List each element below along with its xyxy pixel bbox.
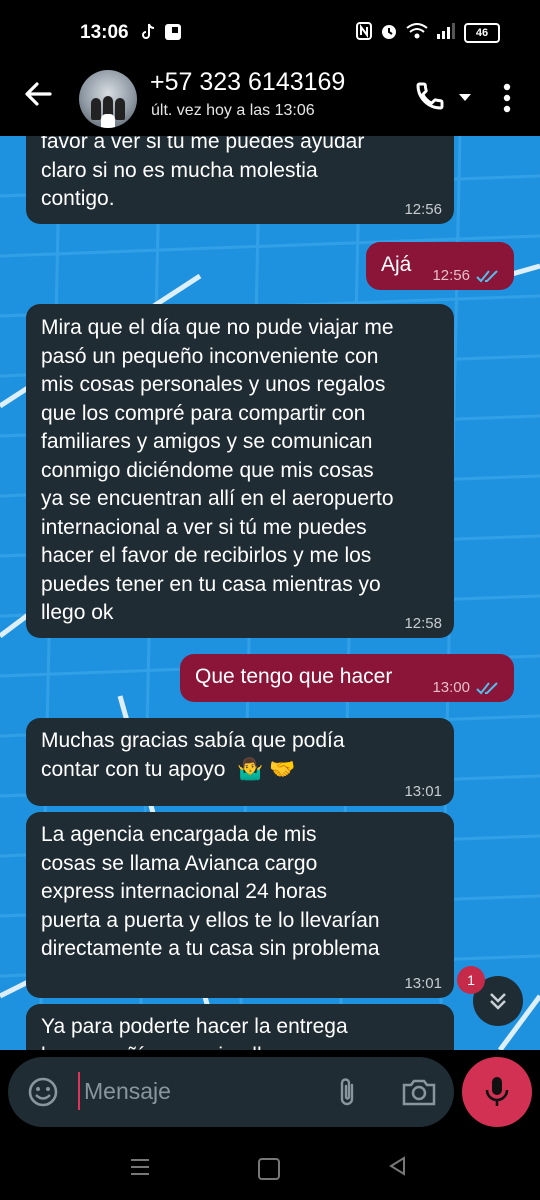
contact-name[interactable]: +57 323 6143169 [150, 68, 345, 97]
tiktok-icon [140, 23, 156, 46]
microphone-button[interactable] [462, 1057, 532, 1127]
handshake-emoji: 🤝 [269, 757, 296, 781]
emoji-icon[interactable] [26, 1075, 60, 1109]
message-text: ya se encuentran allí en el aeropuerto [41, 487, 394, 510]
status-time: 13:06 [80, 22, 129, 43]
attach-icon[interactable] [333, 1075, 361, 1109]
message-incoming[interactable]: La agencia encargada de mis cosas se lla… [26, 812, 454, 998]
message-input-field[interactable]: Mensaje [8, 1057, 454, 1127]
double-chevron-down-icon [490, 993, 506, 1010]
camera-icon[interactable] [401, 1077, 437, 1107]
more-options-icon[interactable] [497, 80, 517, 116]
message-text: cosas se llama Avianca cargo [41, 851, 318, 875]
signal-icon [436, 23, 456, 42]
avatar[interactable] [79, 70, 137, 128]
unread-count-badge: 1 [457, 966, 485, 994]
nfc-icon [356, 22, 372, 43]
chat-area[interactable]: favor a ver si tú me puedes ayudar claro… [0, 136, 540, 1050]
back-triangle-icon[interactable] [388, 1156, 408, 1181]
microphone-icon [485, 1077, 509, 1106]
message-text: hacer el favor de recibirlos y me los [41, 544, 372, 567]
last-seen-status: últ. vez hoy a las 13:06 [151, 102, 315, 119]
chat-header: +57 323 6143169 últ. vez hoy a las 13:06 [0, 62, 540, 136]
system-navigation-bar [0, 1134, 540, 1200]
message-text: contar con tu apoyo [41, 757, 226, 781]
message-input-bar: Mensaje [0, 1050, 540, 1134]
message-time: 13:01 [404, 975, 442, 992]
message-text: mis cosas personales y unos regalos [41, 373, 386, 396]
message-text: conmigo diciéndome que mis cosas [41, 458, 374, 482]
message-text: contigo. [41, 187, 115, 210]
status-bar: 13:06 46 [0, 0, 540, 62]
message-text: Que tengo que hacer [195, 665, 393, 688]
message-text: directamente a tu casa sin problema [41, 937, 380, 960]
message-time: 12:56 [432, 267, 470, 284]
message-text: Mira que el día que no pude viajar me [41, 316, 394, 339]
phone-call-icon[interactable] [414, 80, 446, 112]
message-text: que los compré para compartir con [41, 401, 366, 425]
message-time: 13:01 [404, 783, 442, 800]
message-text: familiares y amigos y se comunican [41, 430, 373, 453]
message-text: pasó un pequeño inconveniente con [41, 344, 379, 368]
message-text: claro si no es mucha molestia [41, 158, 318, 182]
read-ticks-icon [476, 270, 498, 283]
read-ticks-icon [476, 682, 498, 695]
message-incoming[interactable]: Muchas gracias sabía que podía contar co… [26, 718, 454, 806]
message-text: la compañía me exige llenar un [41, 1042, 440, 1051]
message-incoming[interactable]: Ya para poderte hacer la entrega la comp… [26, 1004, 454, 1050]
chevron-down-icon[interactable] [457, 90, 473, 104]
text-cursor [78, 1072, 80, 1110]
battery-icon: 46 [464, 22, 500, 43]
message-text: express internacional 24 horas [41, 880, 328, 903]
message-outgoing[interactable]: Ajá 12:56 [366, 242, 514, 290]
wifi-icon [406, 23, 428, 42]
recent-apps-icon[interactable] [130, 1158, 150, 1181]
message-incoming[interactable]: Mira que el día que no pude viajar me pa… [26, 304, 454, 638]
message-text: La agencia encargada de mis [41, 823, 317, 846]
message-text: internacional a ver si tú me puedes [41, 515, 367, 539]
message-text: favor a ver si tú me puedes ayudar [41, 136, 365, 153]
app-icon [164, 23, 182, 46]
home-icon[interactable] [258, 1158, 280, 1180]
message-text: Muchas gracias sabía que podía [41, 729, 345, 752]
message-text: llego ok [41, 601, 114, 624]
person-shrugging-emoji: 🤷‍♂️ [237, 757, 264, 781]
back-arrow-icon[interactable] [22, 78, 54, 110]
message-time: 12:56 [404, 201, 442, 218]
message-text: Ya para poderte hacer la entrega [41, 1015, 348, 1038]
input-placeholder[interactable]: Mensaje [84, 1078, 171, 1105]
message-text: puedes tener en tu casa mientras yo [41, 572, 381, 596]
message-time: 13:00 [432, 679, 470, 696]
message-incoming[interactable]: favor a ver si tú me puedes ayudar claro… [26, 136, 454, 224]
alarm-icon [380, 22, 398, 43]
message-text: puerta a puerta y ellos te lo llevarían [41, 908, 380, 932]
message-text: Ajá [381, 253, 412, 276]
message-outgoing[interactable]: Que tengo que hacer 13:00 [180, 654, 514, 702]
message-time: 12:58 [404, 615, 442, 632]
